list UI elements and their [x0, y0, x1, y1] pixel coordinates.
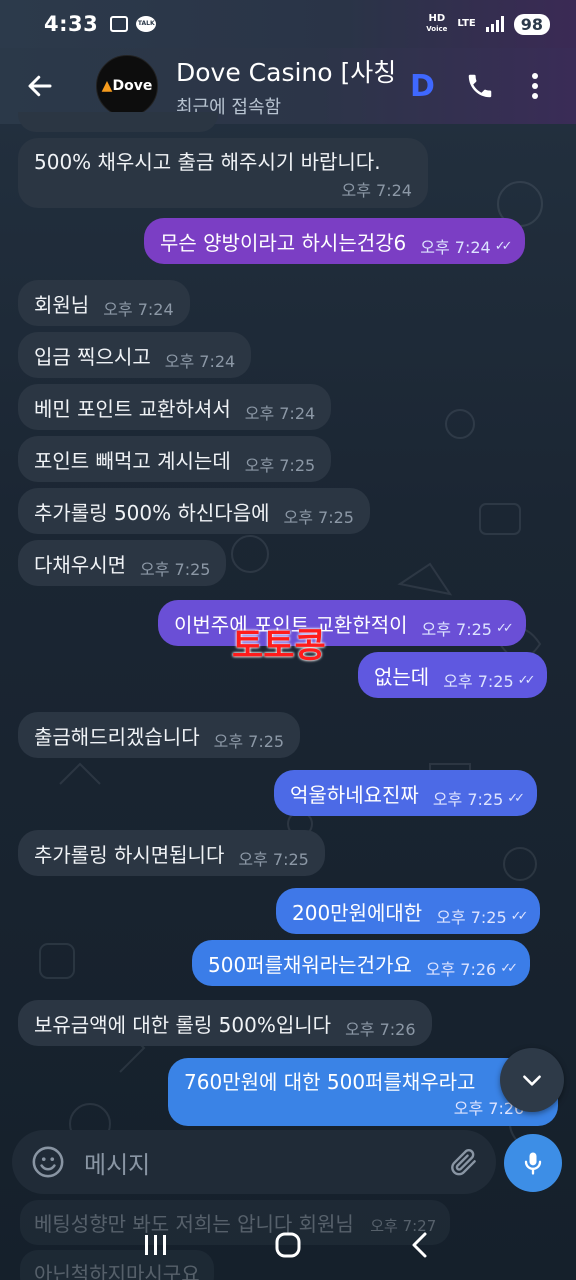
- screenshot-icon: [110, 16, 129, 32]
- smiley-icon: [32, 1146, 64, 1178]
- message-text: 포인트 빼먹고 계시는데: [34, 448, 231, 473]
- message-input[interactable]: 메시지: [84, 1145, 432, 1180]
- message-time: 오후 7:25: [244, 456, 316, 475]
- flame-icon: ▲: [101, 78, 113, 94]
- message-text: 추가롤링 500% 하신다음에: [34, 500, 270, 525]
- signal-icon: [485, 16, 504, 32]
- arrow-left-icon: [28, 75, 52, 97]
- message-incoming[interactable]: 500% 채우시고 출금 해주시기 바랍니다. 오후 7:24: [18, 138, 428, 208]
- message-incoming[interactable]: 보유금액에 대한 롤링 500%입니다 오후 7:26: [18, 1000, 432, 1046]
- read-checkmarks-icon: ✓✓: [494, 238, 513, 254]
- message-text: 출금해드리겠습니다: [34, 724, 200, 749]
- back-chevron-icon: [412, 1232, 427, 1258]
- message-time: 오후 7:25: [238, 850, 309, 869]
- message-time: 오후 7:25: [421, 620, 492, 639]
- emoji-button[interactable]: [12, 1130, 84, 1194]
- status-bar: 4:33 TALK HD Voice LTE 98: [0, 0, 576, 48]
- kakaotalk-icon: TALK: [136, 16, 157, 32]
- read-checkmarks-icon: ✓✓: [500, 960, 518, 976]
- message-time: 오후 7:26: [345, 1020, 416, 1039]
- message-incoming[interactable]: 출금해드리겠습니다 오후 7:25: [18, 712, 301, 758]
- lte-icon: LTE: [457, 18, 476, 29]
- phone-icon: [468, 74, 492, 98]
- message-time: 오후 7:25: [140, 560, 211, 579]
- message-text: 다채우시면: [34, 552, 126, 577]
- message-time: 오후 7:24: [103, 300, 174, 319]
- chat-title-area[interactable]: Dove Casino [사칭 최근에 접속함: [176, 53, 406, 119]
- status-system-icons: HD Voice LTE 98: [426, 13, 550, 35]
- message-time: 오후 7:25: [432, 790, 504, 809]
- message-outgoing[interactable]: 없는데 오후 7:25 ✓✓: [358, 652, 548, 698]
- home-icon: [275, 1232, 301, 1258]
- message-text: 200만원에대한: [292, 900, 423, 925]
- more-options-button[interactable]: [520, 66, 550, 106]
- message-text: 760만원에 대한 500퍼를채우라고: [184, 1069, 476, 1094]
- message-time: 오후 7:25: [443, 672, 514, 691]
- scroll-down-button[interactable]: [500, 1048, 564, 1112]
- message-text: 무슨 양방이라고 하시는건강6: [160, 230, 407, 255]
- message-outgoing[interactable]: 500퍼를채워라는건가요 오후 7:26 ✓✓: [192, 940, 531, 986]
- message-incoming[interactable]: 다채우시면 오후 7:25: [18, 540, 227, 586]
- message-text: 입금 찍으시고: [34, 344, 151, 369]
- hd-voice-icon: HD Voice: [426, 14, 447, 34]
- status-time: 4:33: [44, 12, 99, 36]
- paperclip-icon: [451, 1148, 476, 1176]
- message-time: 오후 7:24: [244, 404, 316, 423]
- read-checkmarks-icon: ✓✓: [495, 620, 514, 636]
- message-text: 보유금액에 대한 롤링 500%입니다: [34, 1012, 332, 1037]
- message-composer: 메시지: [12, 1130, 496, 1194]
- battery-indicator: 98: [513, 13, 550, 35]
- voice-record-button[interactable]: [504, 1134, 562, 1192]
- message-outgoing[interactable]: 억울하네요진짜 오후 7:25 ✓✓: [274, 770, 538, 816]
- chevron-down-icon: [523, 1075, 541, 1086]
- message-time: 오후 7:25: [283, 508, 354, 527]
- chat-title: Dove Casino [사칭: [176, 58, 397, 87]
- call-button[interactable]: [460, 66, 500, 106]
- message-text: 없는데: [374, 664, 430, 689]
- read-checkmarks-icon: ✓✓: [517, 672, 536, 688]
- avatar-label: Dove: [112, 78, 153, 94]
- read-checkmarks-icon: ✓✓: [510, 908, 529, 924]
- status-notification-icons: TALK: [110, 16, 157, 32]
- more-vertical-icon: [532, 73, 538, 99]
- attach-button[interactable]: [432, 1130, 496, 1194]
- message-incoming[interactable]: 입금 찍으시고 오후 7:24: [18, 332, 252, 378]
- message-time: 오후 7:24: [420, 238, 491, 257]
- message-text: 억울하네요진짜: [290, 782, 419, 807]
- message-text: 500% 채우시고 출금 해주시기 바랍니다.: [34, 149, 381, 174]
- avatar[interactable]: ▲ Dove: [96, 55, 158, 117]
- message-incoming[interactable]: 회원님 오후 7:24: [18, 280, 190, 326]
- message-incoming[interactable]: 베민 포인트 교환하셔서 오후 7:24: [18, 384, 332, 430]
- message-text: 500퍼를채워라는건가요: [208, 952, 412, 977]
- message-text: 베민 포인트 교환하셔서: [34, 396, 231, 421]
- partial-message-bubble: [18, 112, 218, 132]
- read-checkmarks-icon: ✓✓: [507, 790, 525, 806]
- message-time: 오후 7:24: [341, 180, 412, 200]
- message-outgoing[interactable]: 760만원에 대한 500퍼를채우라고 오후 7:26 ✓✓: [168, 1058, 558, 1126]
- voice-label: Voice: [426, 25, 448, 33]
- back-nav-button[interactable]: [395, 1220, 445, 1270]
- message-outgoing[interactable]: 200만원에대한 오후 7:25 ✓✓: [276, 888, 541, 934]
- message-incoming[interactable]: 포인트 빼먹고 계시는데 오후 7:25: [18, 436, 332, 482]
- watermark-text: 토토콩: [232, 626, 326, 666]
- message-incoming[interactable]: 추가롤링 500% 하신다음에 오후 7:25: [18, 488, 370, 534]
- message-text: 회원님: [34, 292, 90, 317]
- home-button[interactable]: [263, 1220, 313, 1270]
- microphone-icon: [524, 1152, 542, 1175]
- message-time: 오후 7:25: [213, 732, 285, 751]
- system-nav-bar: [0, 1210, 576, 1280]
- verified-badge: D: [410, 68, 435, 104]
- message-incoming[interactable]: 추가롤링 하시면됩니다 오후 7:25: [18, 830, 325, 876]
- message-outgoing[interactable]: 무슨 양방이라고 하시는건강6 오후 7:24 ✓✓: [144, 218, 525, 264]
- message-time: 오후 7:24: [164, 352, 236, 371]
- recents-icon: [145, 1235, 166, 1255]
- recents-button[interactable]: [131, 1220, 181, 1270]
- message-outgoing[interactable]: 이번주에 포인트 교환한적이 오후 7:25 ✓✓: [158, 600, 526, 646]
- message-text: 추가롤링 하시면됩니다: [34, 842, 225, 867]
- hd-label: HD: [428, 13, 446, 24]
- message-time: 오후 7:26: [425, 960, 497, 979]
- message-time: 오후 7:25: [436, 908, 507, 927]
